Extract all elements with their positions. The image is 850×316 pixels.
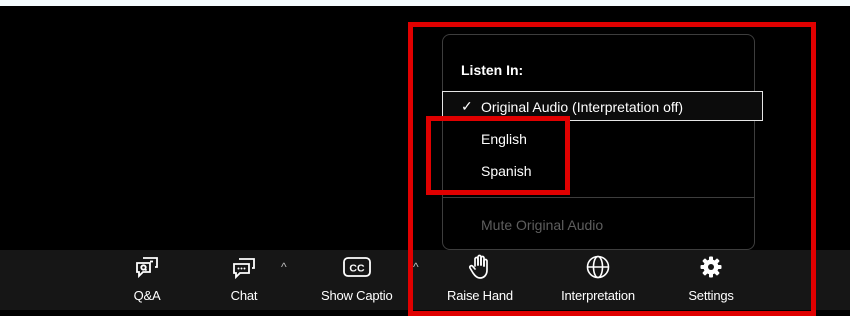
qa-icon: [134, 254, 160, 280]
qa-label: Q&A: [133, 288, 161, 303]
chat-options-caret[interactable]: ^: [281, 260, 287, 274]
chat-label: Chat: [230, 288, 258, 303]
annotation-box-language-options: [426, 116, 570, 195]
cc-icon-text: CC: [349, 263, 365, 275]
qa-button[interactable]: Q&A: [117, 250, 177, 310]
chat-button[interactable]: Chat: [214, 250, 274, 310]
cc-icon: CC: [342, 254, 372, 280]
show-captions-label: Show Captions: [321, 288, 393, 303]
show-captions-button[interactable]: CC Show Captions: [312, 250, 402, 310]
chat-icon: [231, 254, 257, 280]
